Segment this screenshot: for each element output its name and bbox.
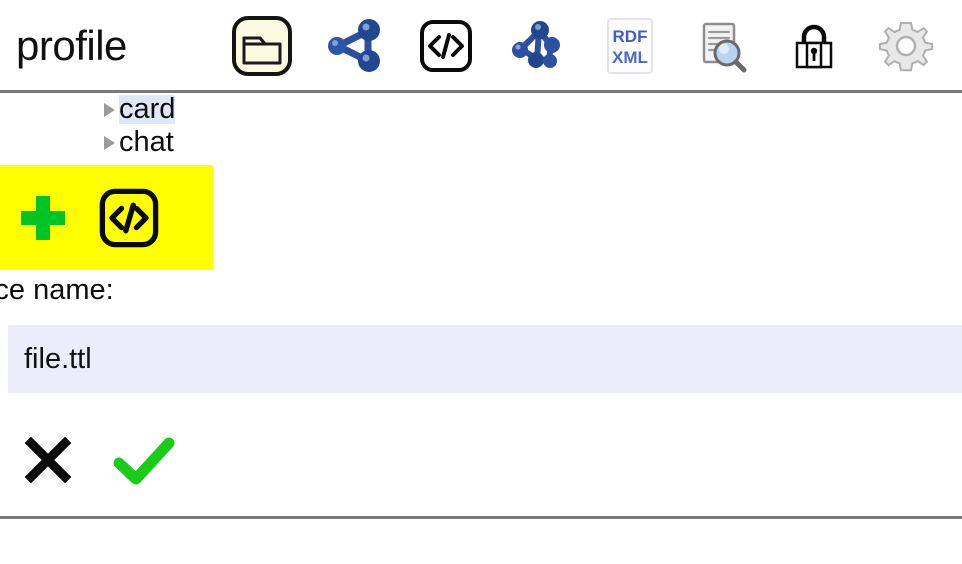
- action-bar-highlight: [0, 165, 213, 270]
- rdf-label: RDF: [613, 27, 648, 46]
- cancel-button[interactable]: [0, 415, 96, 505]
- cross-icon: [24, 436, 72, 484]
- page-title: profile: [16, 22, 127, 69]
- plus-icon: [21, 195, 65, 240]
- add-resource-button[interactable]: [0, 165, 86, 270]
- bottom-divider: [0, 516, 962, 519]
- add-source-button[interactable]: [86, 165, 172, 270]
- resource-name-input[interactable]: [8, 325, 962, 393]
- toolbar-full-graph-button[interactable]: [492, 0, 584, 92]
- tree-item-label: card: [119, 93, 176, 125]
- folder-icon: [232, 16, 292, 76]
- confirm-row: [0, 415, 400, 505]
- rdf-xml-icon: RDF XML: [607, 18, 653, 74]
- chevron-right-icon[interactable]: [104, 102, 115, 117]
- confirm-button[interactable]: [96, 415, 192, 505]
- graph-cluster-icon: [512, 21, 560, 68]
- tree-item-label: chat: [119, 126, 174, 158]
- code-brackets-icon: [99, 188, 159, 247]
- toolbar-settings-button[interactable]: [860, 0, 952, 92]
- tree-item-card[interactable]: card: [0, 93, 962, 126]
- tree-item-chat[interactable]: chat: [0, 126, 962, 159]
- document-search-icon: [702, 22, 747, 73]
- toolbar-folder-button[interactable]: [216, 0, 308, 92]
- resource-name-label: source name:: [0, 274, 114, 306]
- toolbar: RDF XML: [216, 0, 952, 92]
- toolbar-graph-button[interactable]: [308, 0, 400, 92]
- header-bar: profile RDF XML: [0, 0, 962, 93]
- padlock-icon: [795, 24, 833, 69]
- chevron-right-icon[interactable]: [104, 135, 115, 150]
- toolbar-code-button[interactable]: [400, 0, 492, 92]
- resource-tree: card chat: [0, 93, 962, 159]
- code-brackets-icon: [420, 20, 472, 72]
- check-icon: [113, 437, 175, 485]
- graph-node-icon: [328, 19, 380, 72]
- gear-icon: [878, 22, 934, 72]
- toolbar-rdfxml-button[interactable]: RDF XML: [584, 0, 676, 92]
- app-window: profile RDF XML card chat ce name: file.…: [0, 0, 962, 564]
- toolbar-lock-button[interactable]: [768, 0, 860, 92]
- toolbar-preview-button[interactable]: [676, 0, 768, 92]
- xml-label: XML: [612, 48, 648, 67]
